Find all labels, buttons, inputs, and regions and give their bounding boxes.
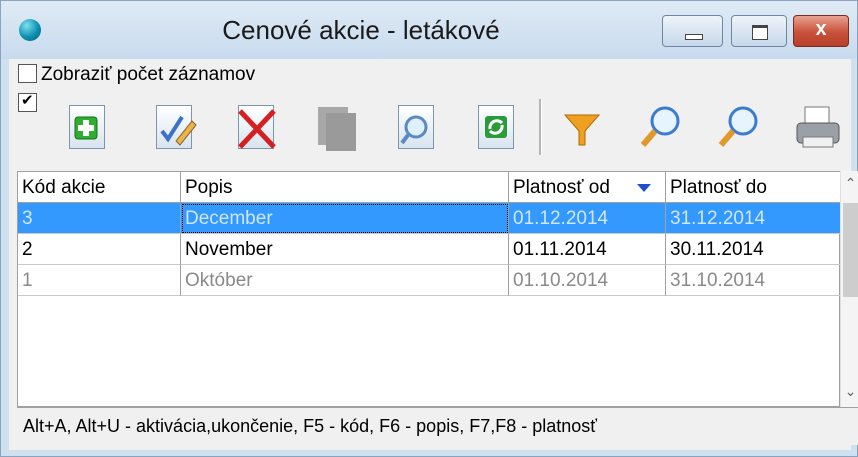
delete-button[interactable] (234, 103, 280, 153)
show-count-label: Zobraziť počet záznamov (41, 64, 256, 85)
table-row-cell[interactable]: November (181, 234, 509, 265)
find-next-icon (718, 106, 758, 147)
view-button[interactable] (394, 103, 440, 153)
table-row-cell[interactable]: 2 (18, 234, 181, 265)
close-icon: x (815, 18, 827, 40)
table-row-cell[interactable]: 01.11.2014 (509, 234, 666, 265)
copy-icon (318, 107, 356, 151)
toolbar-separator (539, 99, 542, 155)
column-header-platnost-od[interactable]: Platnosť od (509, 172, 666, 203)
vertical-scrollbar[interactable]: ⌃ ⌄ (840, 171, 858, 407)
scroll-up-icon[interactable]: ⌃ (841, 175, 858, 192)
table-row-cell[interactable]: December (181, 203, 509, 234)
refresh-icon (485, 116, 507, 138)
table-row-cell[interactable]: 3 (18, 203, 181, 234)
add-button[interactable] (65, 103, 111, 153)
maximize-icon (752, 25, 768, 40)
sort-descending-icon (637, 184, 651, 192)
copy-button (314, 103, 360, 153)
client-area: Zobraziť počet záznamov ✔ Kód akcie Popi… (9, 59, 858, 450)
table-row-cell[interactable]: 30.11.2014 (666, 234, 840, 265)
table-row-cell[interactable]: 01.10.2014 (509, 265, 666, 296)
search-icon (640, 106, 680, 147)
minimize-icon (685, 34, 703, 40)
print-button[interactable] (793, 103, 840, 153)
app-window: Cenové akcie - letákové x Zobraziť počet… (0, 0, 858, 457)
table-row-cell[interactable]: 1 (18, 265, 181, 296)
column-header-kod[interactable]: Kód akcie (18, 172, 181, 203)
scroll-thumb[interactable] (843, 203, 858, 297)
filter-button[interactable] (559, 103, 605, 153)
print-icon (796, 106, 840, 148)
select-all-checkbox[interactable] (18, 91, 37, 112)
scroll-down-icon[interactable]: ⌄ (841, 383, 858, 400)
search-button[interactable] (637, 103, 683, 153)
title-bar[interactable]: Cenové akcie - letákové x (1, 1, 857, 59)
actions-table[interactable]: Kód akcie Popis Platnosť od Platnosť do … (17, 171, 840, 407)
column-header-popis[interactable]: Popis (181, 172, 509, 203)
column-header-platnost-do[interactable]: Platnosť do (666, 172, 840, 203)
add-icon (74, 116, 98, 140)
table-row-cell[interactable]: 01.12.2014 (509, 203, 666, 234)
table-row-cell[interactable]: Október (181, 265, 509, 296)
maximize-button[interactable] (731, 15, 787, 47)
table-row-cell[interactable]: 31.10.2014 (666, 265, 840, 296)
view-icon (400, 115, 428, 145)
column-header-platnost-od-label: Platnosť od (513, 177, 610, 198)
status-bar: Alt+A, Alt+U - aktivácia,ukončenie, F5 -… (17, 407, 858, 445)
minimize-button[interactable] (662, 15, 723, 47)
filter-icon (563, 114, 601, 146)
status-hint: Alt+A, Alt+U - aktivácia,ukončenie, F5 -… (23, 416, 598, 436)
edit-icon (160, 115, 197, 146)
show-count-checkbox[interactable] (18, 64, 37, 83)
edit-button[interactable] (152, 103, 198, 153)
table-row-cell[interactable]: 31.12.2014 (666, 203, 840, 234)
delete-icon (238, 109, 276, 149)
close-button[interactable]: x (793, 15, 849, 47)
find-next-button[interactable] (715, 103, 761, 153)
window-title: Cenové akcie - letákové (222, 15, 500, 45)
refresh-button[interactable] (474, 103, 520, 153)
